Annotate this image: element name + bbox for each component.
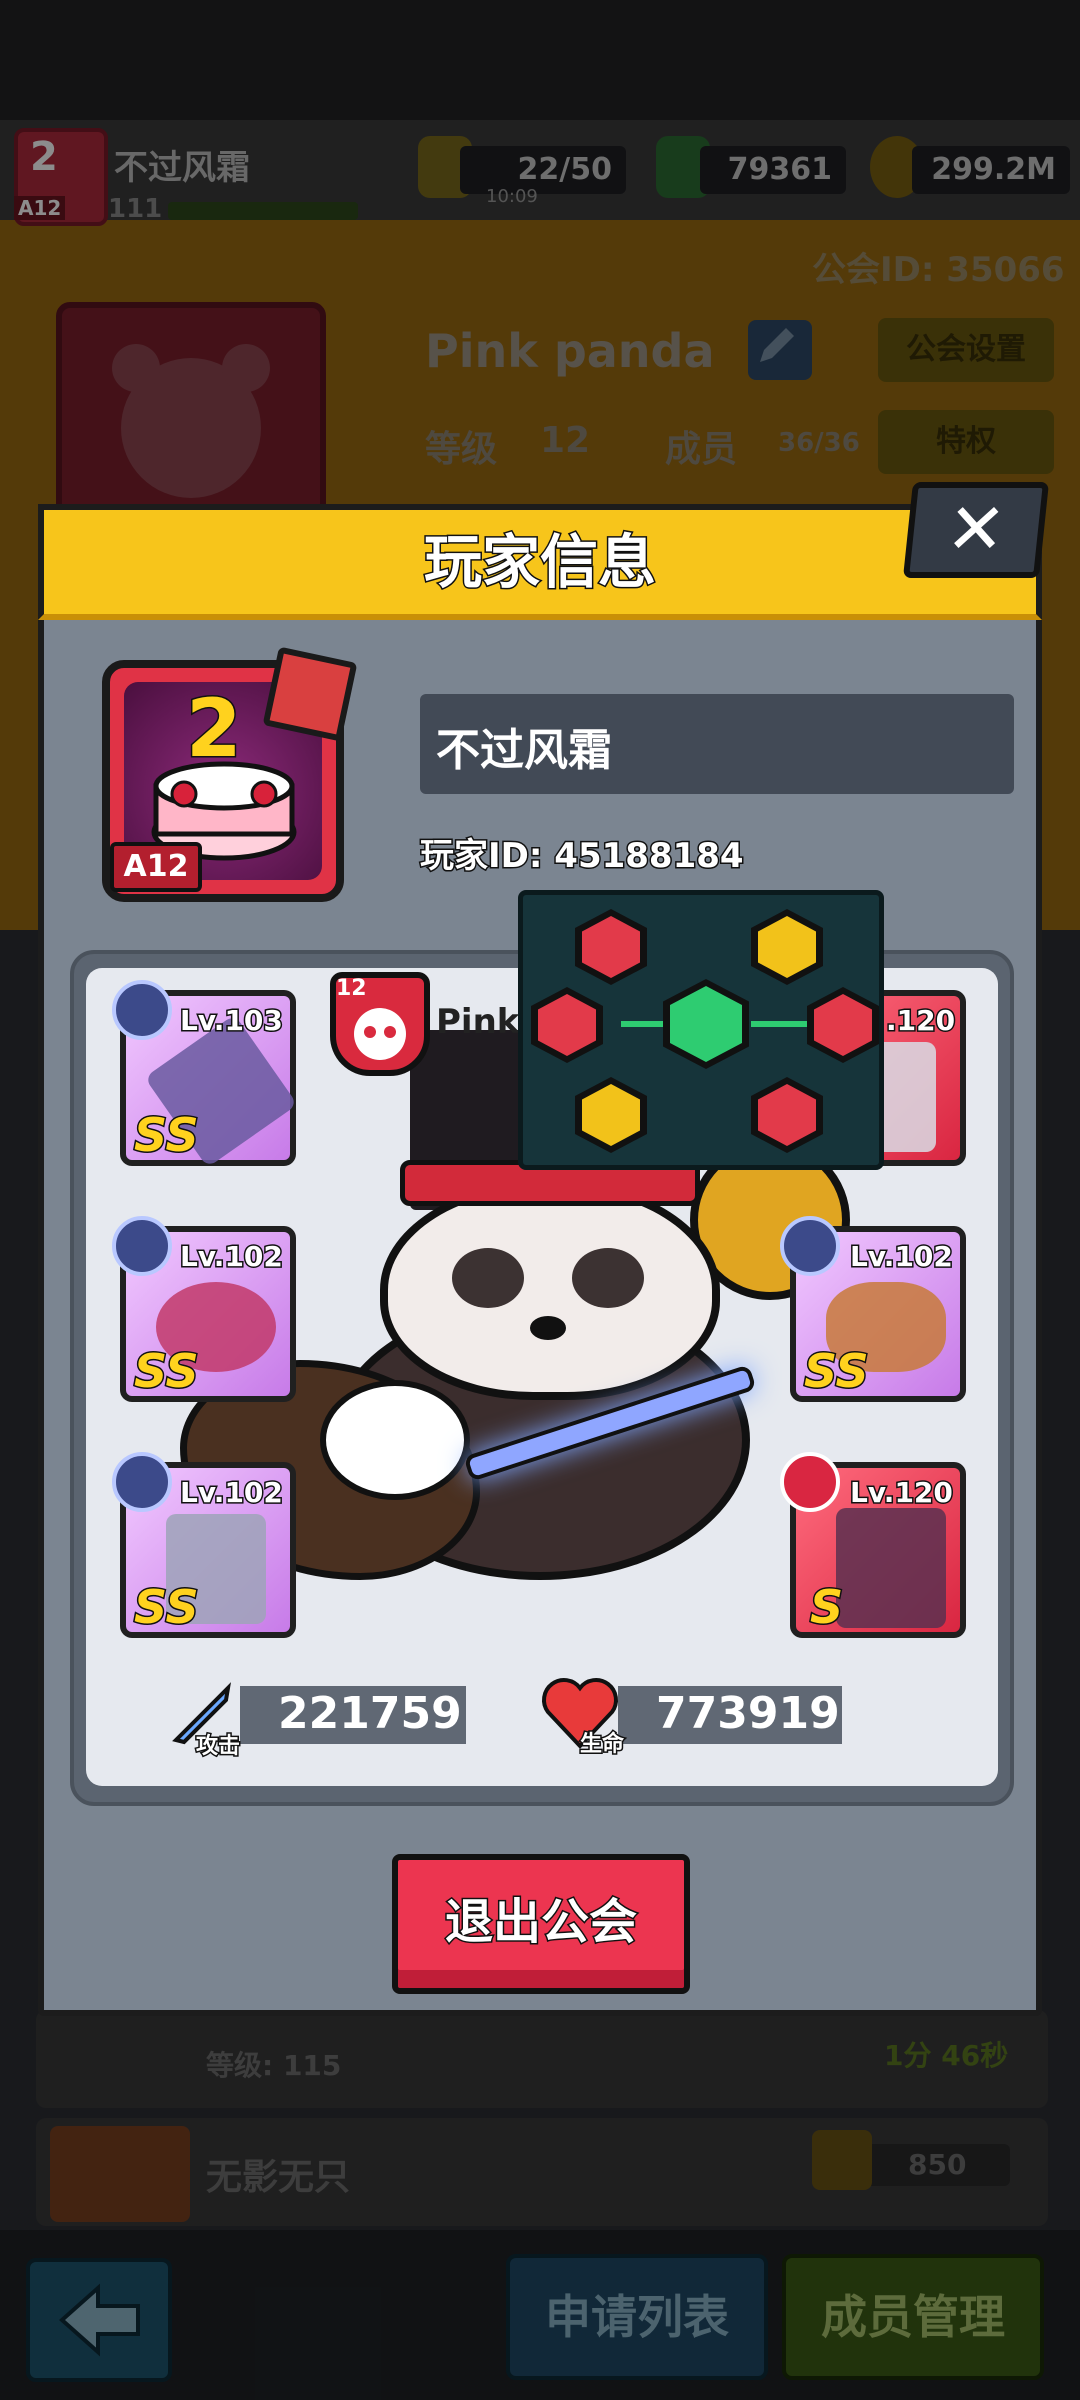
attack-label: 攻击	[194, 1733, 241, 1761]
gem-counter: 79361	[700, 146, 846, 194]
edit-guild-name-button[interactable]	[748, 320, 812, 380]
contribution-icon	[812, 2130, 872, 2190]
belt-type-icon	[780, 1216, 840, 1276]
close-button[interactable]: ✕	[902, 482, 1050, 578]
equip-level: .120	[884, 1003, 956, 1039]
exit-guild-button[interactable]: 退出公会	[392, 1854, 690, 1994]
guild-level-label: 等级	[425, 429, 498, 470]
member-name: 无影无只	[206, 2157, 351, 2198]
member-score: 850	[908, 2148, 967, 2181]
top-bar	[0, 0, 1080, 120]
back-button[interactable]	[26, 2258, 172, 2382]
equip-level: Lv.103	[179, 1003, 285, 1039]
avatar-frame-gem-icon	[262, 646, 358, 742]
attack-value: 221759	[278, 1688, 462, 1739]
skill-node[interactable]	[575, 1077, 647, 1153]
equip-level: Lv.102	[849, 1239, 955, 1275]
guild-settings-button[interactable]: 公会设置	[878, 318, 1054, 382]
gloves-type-icon	[112, 1452, 172, 1512]
modal-title: 玩家信息	[422, 527, 657, 598]
guild-id: 公会ID: 35066	[812, 250, 1065, 290]
apply-list-button[interactable]: 申请列表	[506, 2254, 768, 2380]
skill-tree-popup	[518, 890, 884, 1170]
skill-node[interactable]	[531, 987, 603, 1063]
guild-tag-name: Pink	[436, 1002, 520, 1042]
equip-level: Lv.102	[179, 1475, 285, 1511]
equip-grade: S	[808, 1579, 844, 1636]
necklace-type-icon	[112, 1216, 172, 1276]
guild-members-label: 成员	[665, 429, 738, 470]
close-icon: ✕	[942, 488, 1010, 570]
guild-tag-level: 12	[336, 976, 367, 1001]
hp-label: 生命	[578, 1731, 625, 1759]
member-avatar	[50, 2126, 190, 2222]
gold-counter: 299.2M	[912, 146, 1070, 194]
guild-name: Pink panda	[425, 324, 715, 378]
equip-level: Lv.120	[849, 1475, 955, 1511]
energy-counter[interactable]: 22/50	[460, 146, 626, 194]
player-avatar-badge: A12	[110, 842, 202, 892]
equip-grade: SS	[133, 1107, 201, 1164]
boots-type-icon	[780, 1452, 840, 1512]
skill-node[interactable]	[751, 1077, 823, 1153]
guild-privilege-button[interactable]: 特权	[878, 410, 1054, 474]
skill-node[interactable]	[807, 987, 879, 1063]
member-level: 等级: 115	[206, 2049, 342, 2082]
member-last-online: 1分 46秒	[884, 2039, 1009, 2072]
hp-value: 773919	[656, 1688, 840, 1739]
player-avatar-level: 2	[185, 681, 244, 777]
equip-grade: SS	[133, 1343, 201, 1400]
top-player-level: 111	[108, 194, 163, 224]
guild-level-value: 12	[540, 420, 591, 461]
hero-head-art	[380, 1180, 720, 1400]
xp-bar	[168, 202, 358, 220]
top-player-name: 不过风霜	[114, 148, 250, 188]
pencil-icon	[760, 328, 794, 362]
avatar-level-small: 2	[30, 134, 58, 180]
weapon-type-icon	[112, 980, 172, 1040]
guild-members-value: 36/36	[778, 428, 860, 458]
boots-icon	[836, 1508, 946, 1628]
player-id: 玩家ID: 45188184	[419, 835, 746, 878]
avatar-badge-small: A12	[14, 196, 66, 220]
player-name: 不过风霜	[436, 725, 612, 776]
arrow-left-icon	[58, 2283, 140, 2357]
skill-node[interactable]	[751, 909, 823, 985]
manage-members-button[interactable]: 成员管理	[782, 2254, 1044, 2380]
eagle-head-art	[320, 1380, 470, 1500]
energy-timer: 10:09	[486, 186, 538, 207]
panda-emblem-icon	[112, 344, 270, 498]
skill-core-node[interactable]	[663, 979, 749, 1069]
equip-grade: SS	[803, 1343, 871, 1400]
equip-grade: SS	[133, 1579, 201, 1636]
skill-node[interactable]	[575, 909, 647, 985]
equip-level: Lv.102	[179, 1239, 285, 1275]
